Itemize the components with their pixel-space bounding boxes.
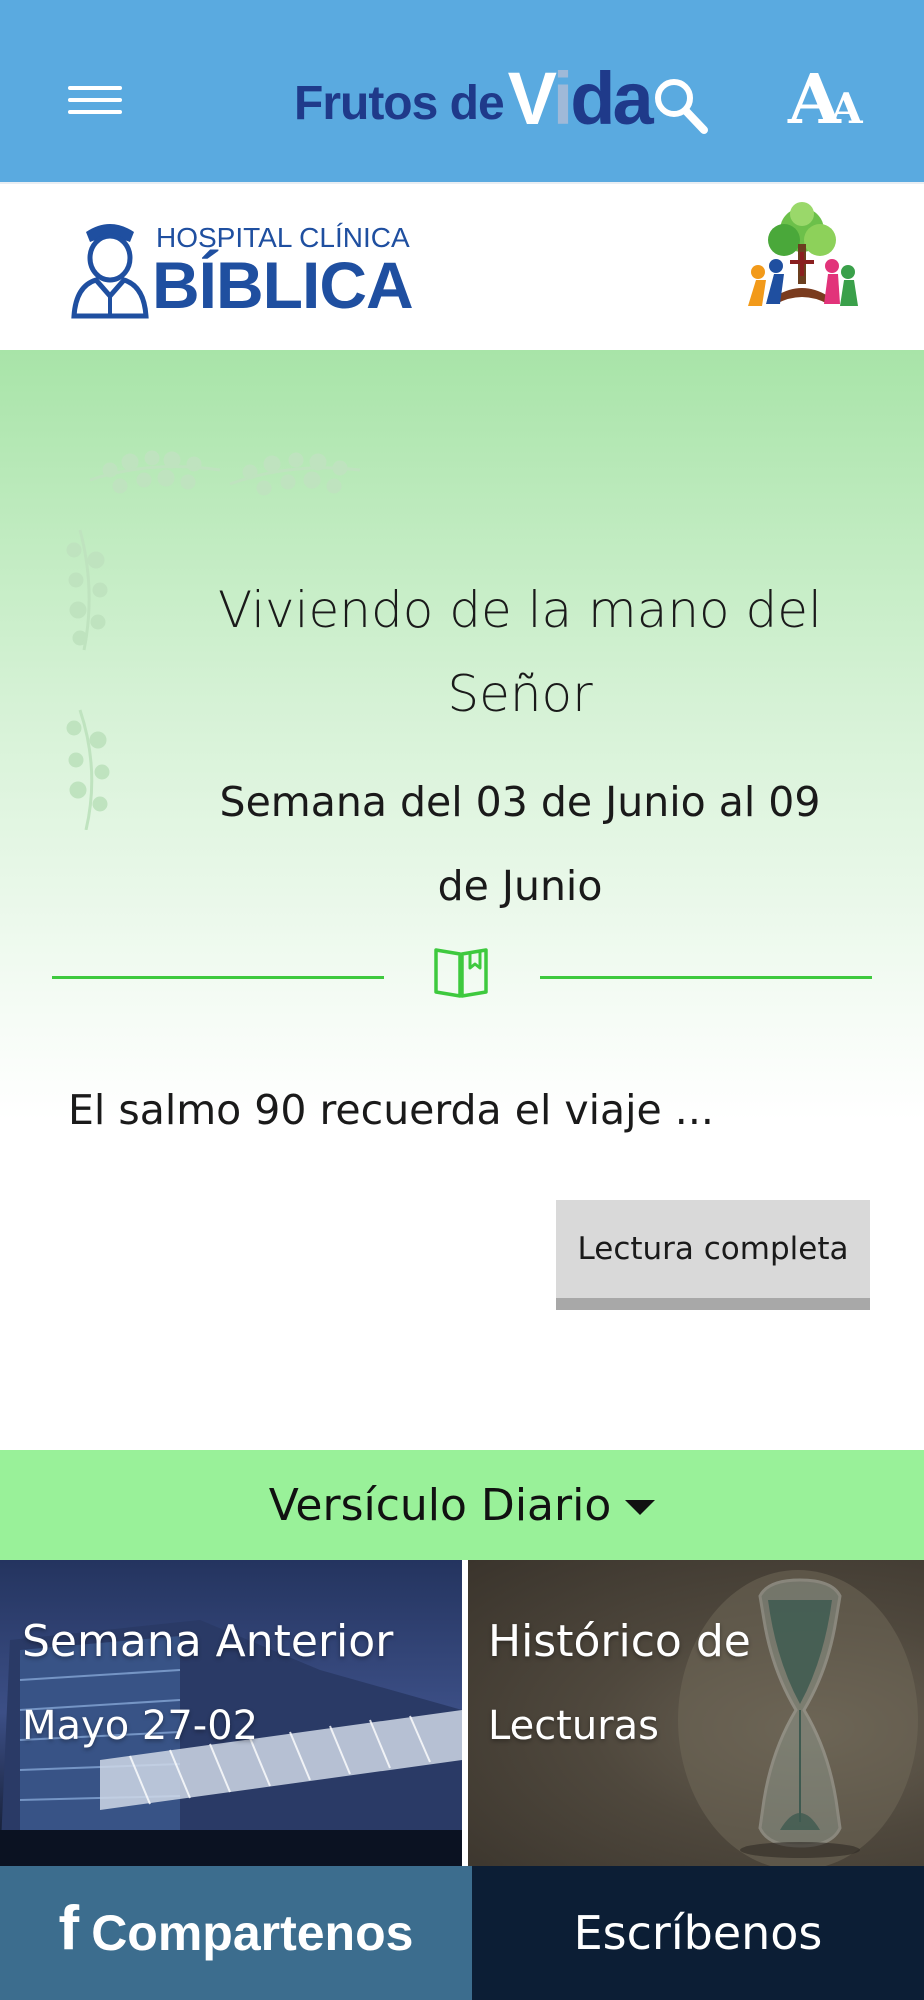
previous-week-title: Semana Anterior (22, 1616, 394, 1667)
app-bar: Frutos de Vida AA (0, 0, 924, 182)
previous-week-dates: Mayo 27-02 (22, 1703, 259, 1749)
hamburger-icon[interactable] (68, 86, 122, 116)
reading-history-tile[interactable]: Histórico de Lecturas (468, 1560, 924, 1866)
devotional-excerpt: El salmo 90 recuerda el viaje ... (68, 1086, 714, 1134)
facebook-icon: f (58, 1894, 80, 1963)
font-size-icon[interactable]: AA (786, 66, 866, 138)
brand-vida: Vida (507, 57, 654, 140)
brand-prefix: Frutos de (294, 77, 505, 130)
write-us-label: Escríbenos (573, 1906, 823, 1960)
write-us-button[interactable]: Escríbenos (472, 1866, 924, 2000)
divider-right (540, 976, 872, 979)
devotional-title: Viviendo de la mano del Señor (218, 581, 822, 723)
history-subtitle: Lecturas (488, 1703, 660, 1749)
versiculo-diario-dropdown[interactable]: Versículo Diario (0, 1450, 924, 1560)
versiculo-label: Versículo Diario (268, 1479, 612, 1531)
caret-down-icon (625, 1499, 656, 1515)
history-title: Histórico de (488, 1616, 751, 1667)
share-button[interactable]: f Compartenos (0, 1866, 472, 2000)
search-icon[interactable] (652, 76, 710, 136)
divider-left (52, 976, 384, 979)
read-full-button[interactable]: Lectura completa (556, 1200, 870, 1310)
hospital-clinica-biblica-logo[interactable]: HOSPITAL CLÍNICA BÍBLICA (68, 212, 428, 322)
devotional-week: Semana del 03 de Junio al 09 de Junio (219, 778, 821, 910)
sponsor-banner: HOSPITAL CLÍNICA BÍBLICA (0, 182, 924, 350)
devotional-card: Viviendo de la mano del Señor Semana del… (0, 350, 924, 1450)
hospital-line2: BÍBLICA (152, 248, 414, 322)
previous-week-tile[interactable]: Semana Anterior Mayo 27-02 (0, 1560, 462, 1866)
book-icon (432, 944, 490, 1000)
share-label: Compartenos (91, 1905, 414, 1961)
church-tree-logo[interactable] (740, 200, 864, 318)
app-logo: Frutos de Vida (294, 57, 654, 140)
